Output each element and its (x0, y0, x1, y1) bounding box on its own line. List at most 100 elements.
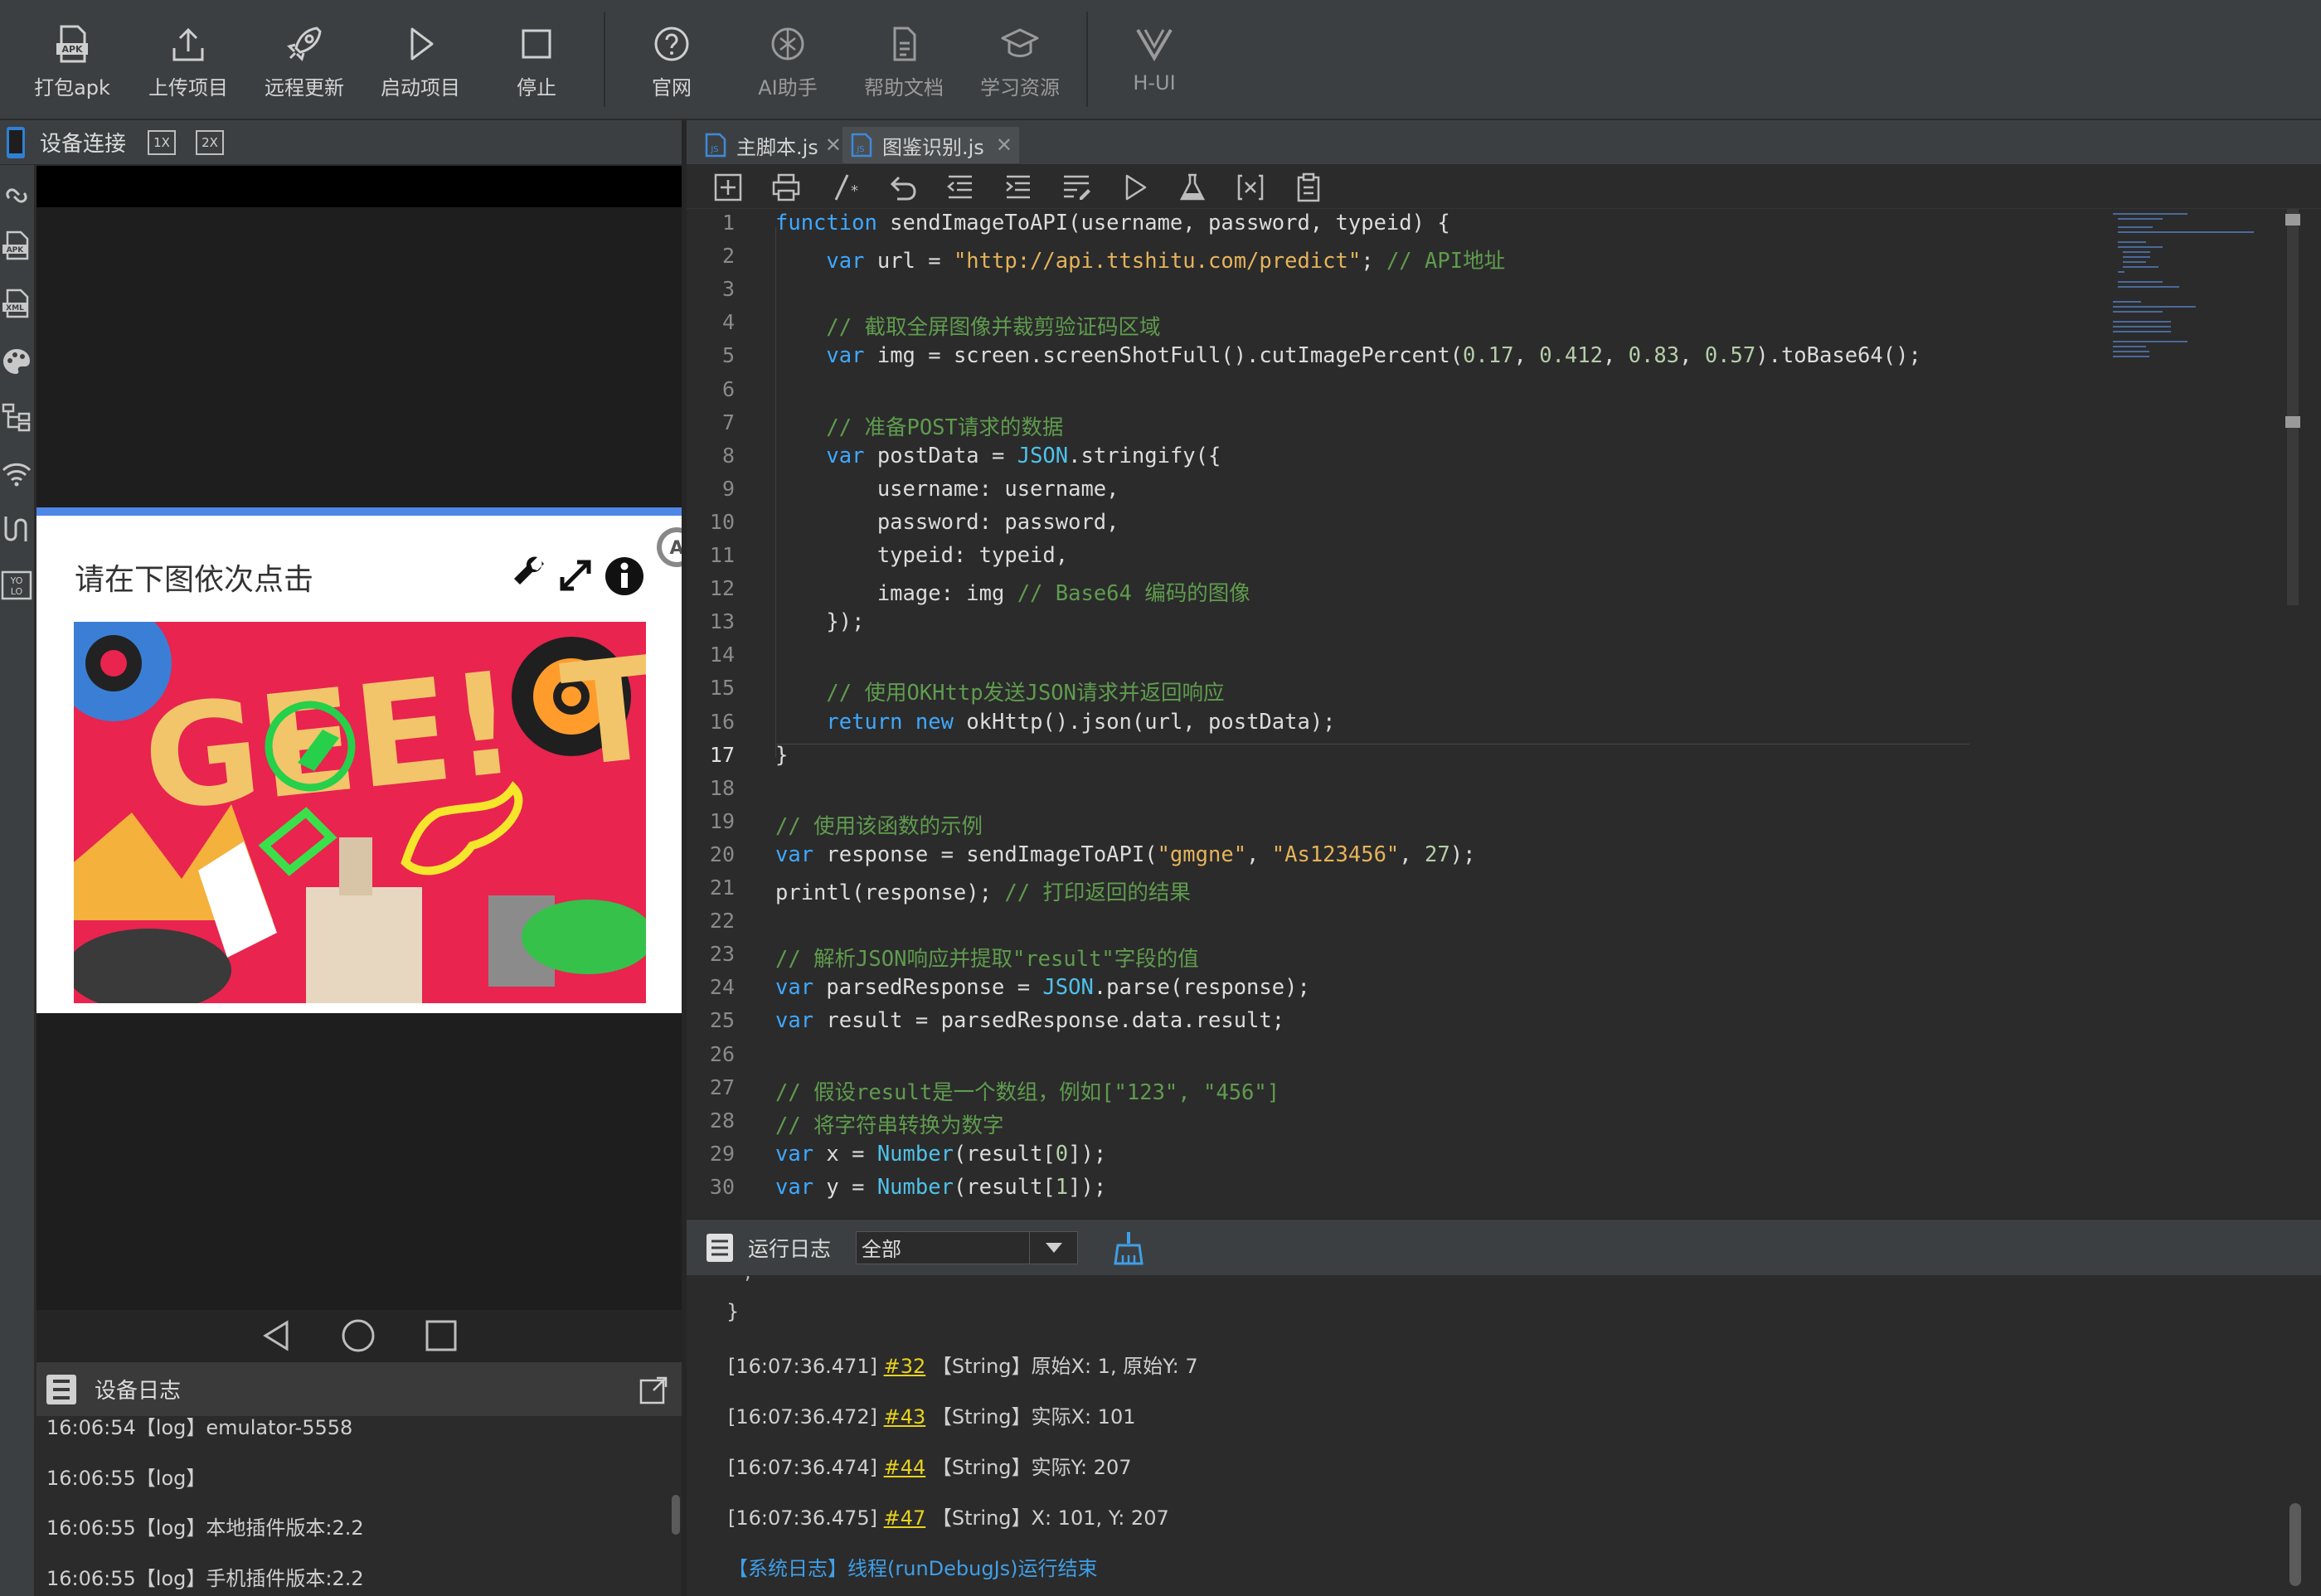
line-number: 27 (709, 1075, 735, 1099)
back-icon[interactable] (260, 1319, 292, 1352)
log-time: [16:07:36.472] (728, 1405, 877, 1429)
zoom-2x-button[interactable]: 2X (196, 129, 225, 155)
svg-text:A: A (669, 538, 682, 559)
line-number: 11 (709, 543, 735, 567)
rail-link-tool[interactable] (0, 177, 33, 215)
code-line: var img = screen.screenShotFull().cutIma… (826, 343, 1921, 369)
svg-text:APK: APK (7, 246, 25, 255)
ai-assistant-button[interactable]: AI助手 (734, 17, 842, 108)
line-number: 3 (721, 277, 735, 302)
variable-x-icon (1237, 174, 1264, 201)
tab-image-recognition[interactable]: JS 图鉴识别.js ✕ (842, 127, 1019, 163)
learning-resources-button[interactable]: 学习资源 (966, 17, 1074, 108)
line-number: 13 (709, 609, 735, 634)
line-number: 26 (709, 1041, 735, 1066)
captcha-dialog[interactable]: 请在下图依次点击 A GEE! TEST (36, 507, 682, 1013)
add-box-icon (714, 173, 742, 201)
code-line: printl(response); // 打印返回的结果 (775, 880, 1191, 905)
zoom-1x-button[interactable]: 1X (148, 129, 177, 155)
code-line: } (775, 742, 789, 768)
code-line: return new okHttp().json(url, postData); (826, 709, 1336, 735)
device-log-scrollbar[interactable] (672, 1495, 680, 1535)
code-editor[interactable]: 1 2 3 4 5 6 7 8 9 10 11 12 13 14 15 16 17 18 19 20 21 22 23 24 2… (687, 209, 2321, 1219)
info-icon[interactable] (604, 555, 645, 597)
log-filter-select[interactable]: 全部 (856, 1230, 1079, 1264)
log-entry: [16:07:36.475] #47 【String】X: 101, Y: 20… (728, 1501, 1169, 1531)
wrench-icon[interactable] (511, 555, 549, 594)
rail-yolo-tool[interactable]: YO LO (0, 566, 33, 604)
new-file-button[interactable] (711, 172, 745, 202)
run-log-scrollbar[interactable] (2289, 1503, 2301, 1586)
log-text: 【String】X: 101, Y: 207 (931, 1506, 1169, 1530)
toolbar-label: 停止 (517, 76, 556, 99)
log-line-link[interactable]: #47 (884, 1506, 926, 1530)
log-line-link[interactable]: #32 (884, 1355, 926, 1378)
line-number: 6 (721, 376, 735, 401)
line-number: 10 (709, 509, 735, 534)
code-line: // 解析JSON响应并提取"result"字段的值 (775, 947, 1199, 973)
print-button[interactable] (770, 172, 803, 202)
official-site-button[interactable]: 官网 (618, 17, 726, 108)
code-line: image: img // Base64 编码的图像 (775, 581, 1250, 607)
format-button[interactable] (1060, 172, 1093, 202)
code-line: // 使用OKHttp发送JSON请求并返回响应 (826, 681, 1225, 706)
current-line-highlight (775, 744, 1969, 745)
code-line: username: username, (775, 476, 1119, 502)
broom-clear-icon[interactable] (1113, 1230, 1144, 1265)
indent-icon (1006, 175, 1030, 199)
device-log-header: 设备日志 (36, 1361, 682, 1416)
upload-project-button[interactable]: 上传项目 (134, 17, 242, 108)
line-number: 25 (709, 1008, 735, 1033)
svg-text:JS: JS (710, 145, 718, 154)
test-button[interactable] (1176, 172, 1209, 202)
recents-icon[interactable] (425, 1319, 458, 1352)
comment-button[interactable]: * (828, 172, 861, 202)
variable-button[interactable] (1234, 172, 1267, 202)
toolbar-label: 官网 (652, 76, 692, 99)
log-line-link[interactable]: #43 (884, 1405, 926, 1429)
js-file-icon: JS (851, 133, 872, 158)
left-tool-rail: APK XML YO LO (0, 120, 35, 1596)
rail-usb-tool[interactable] (0, 510, 33, 548)
toolbar-label: AI助手 (758, 76, 818, 99)
run-button[interactable] (1118, 172, 1151, 202)
line-number: 20 (709, 842, 735, 866)
toolbar-label: 学习资源 (980, 76, 1060, 99)
outdent-button[interactable] (944, 172, 977, 202)
popout-icon[interactable] (639, 1375, 668, 1405)
tab-main-script[interactable]: JS 主脚本.js ✕ (697, 127, 848, 163)
editor-tab-bar: JS 主脚本.js ✕ JS 图鉴识别.js ✕ (687, 120, 2321, 165)
code-line: // 使用该函数的示例 (775, 813, 983, 839)
undo-button[interactable] (886, 172, 919, 202)
rail-palette-tool[interactable] (0, 342, 33, 381)
device-log-line: 16:06:54【log】emulator-5558 (46, 1416, 353, 1439)
indent-button[interactable] (1002, 172, 1035, 202)
rail-wifi-tool[interactable] (0, 454, 33, 492)
clipboard-clear-icon (1297, 172, 1320, 202)
code-line: var url = "http://api.ttshitu.com/predic… (826, 249, 1506, 274)
refresh-arrows-icon[interactable] (557, 555, 595, 594)
close-icon[interactable]: ✕ (996, 133, 1012, 157)
code-minimap[interactable] (2113, 209, 2279, 375)
remote-update-button[interactable]: 远程更新 (250, 17, 358, 108)
ai-icon (771, 27, 804, 61)
home-icon[interactable] (340, 1317, 376, 1354)
log-text: 【String】实际Y: 207 (931, 1456, 1132, 1479)
editor-scrollbar[interactable] (2285, 209, 2300, 607)
help-docs-button[interactable]: 帮助文档 (850, 17, 958, 108)
rail-xml-tool[interactable]: XML (0, 284, 33, 323)
line-number: 22 (709, 909, 735, 934)
rail-apk-tool[interactable]: APK (0, 226, 33, 264)
stop-button[interactable]: 停止 (483, 17, 590, 108)
code-line: }); (775, 609, 865, 635)
log-entry: [16:07:36.474] #44 【String】实际Y: 207 (728, 1451, 1132, 1480)
h-ui-button[interactable]: H-UI (1100, 17, 1208, 108)
package-apk-button[interactable]: APK 打包apk (18, 17, 126, 108)
clear-button[interactable] (1292, 172, 1325, 202)
start-project-button[interactable]: 启动项目 (367, 17, 474, 108)
log-line-link[interactable]: #44 (884, 1456, 926, 1479)
document-icon (893, 27, 916, 61)
captcha-image[interactable]: GEE! TEST (74, 622, 646, 1003)
rail-tree-tool[interactable] (0, 398, 33, 436)
close-icon[interactable]: ✕ (825, 133, 842, 157)
